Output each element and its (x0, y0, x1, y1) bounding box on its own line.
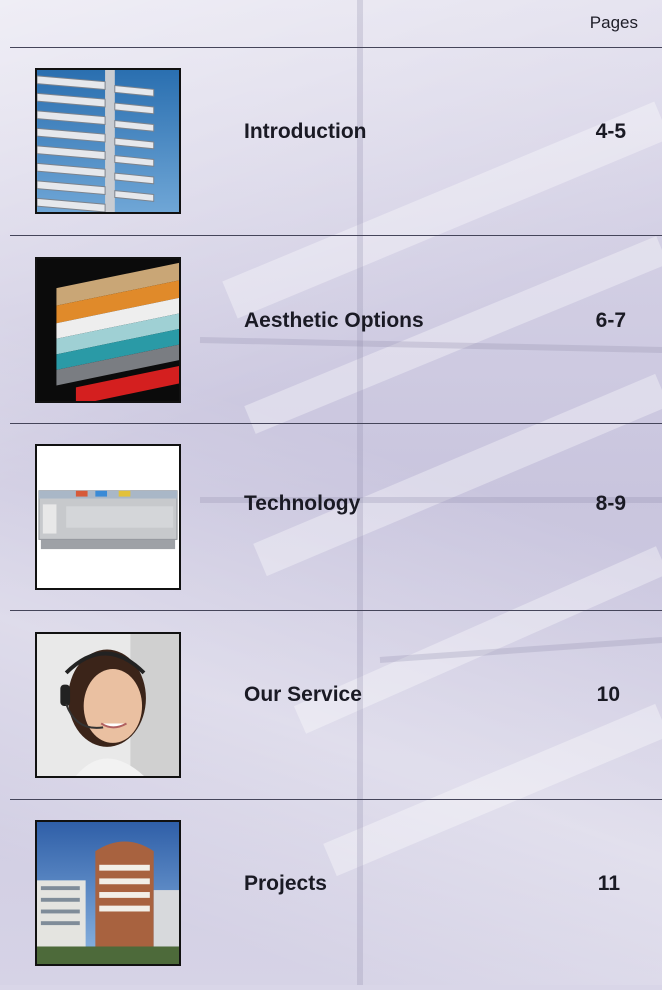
toc-title: Technology (244, 492, 361, 515)
control-module-photo (35, 444, 181, 590)
toc-entry-our-service[interactable]: Our Service 10 (0, 611, 662, 801)
toc-pages: 8-9 (595, 492, 626, 515)
toc-entry-introduction[interactable]: Introduction 4-5 (0, 48, 662, 238)
toc-pages: 6-7 (595, 309, 626, 332)
toc-title: Aesthetic Options (244, 309, 424, 332)
office-building-photo (35, 820, 181, 966)
pages-column-label: Pages (589, 13, 638, 32)
toc-title: Our Service (244, 683, 362, 706)
louvre-blinds-photo (35, 68, 181, 214)
headset-operator-photo (35, 632, 181, 778)
toc-pages: 4-5 (595, 120, 626, 143)
toc-entry-aesthetic-options[interactable]: Aesthetic Options 6-7 (0, 236, 662, 426)
toc-entry-projects[interactable]: Projects 11 (0, 800, 662, 990)
layered-material-samples-photo (35, 257, 181, 403)
toc-pages: 11 (597, 872, 620, 895)
toc-title: Projects (244, 872, 327, 895)
toc-pages: 10 (596, 683, 620, 706)
toc-entry-technology[interactable]: Technology 8-9 (0, 424, 662, 614)
toc-title: Introduction (244, 120, 367, 143)
